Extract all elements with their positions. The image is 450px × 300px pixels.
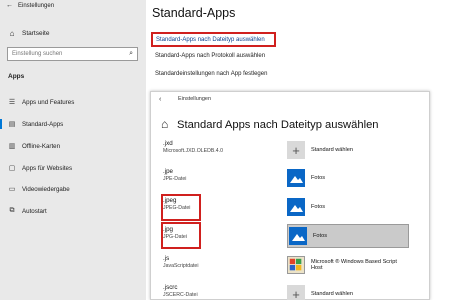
default-app-button[interactable]: Microsoft ® Windows Based Script Host <box>287 253 409 277</box>
sidebar-item-label: Autostart <box>22 207 47 215</box>
filetype-description: Microsoft.JXD.OLEDB.4.0 <box>163 148 223 154</box>
filetype-row: .jxd Microsoft.JXD.OLEDB.4.0 + Standard … <box>151 136 431 164</box>
sidebar-item-label: Apps und Features <box>22 98 75 106</box>
home-icon: ⌂ <box>161 117 169 131</box>
map-icon: ▥ <box>8 143 16 150</box>
page-title: Standard-Apps <box>152 6 236 20</box>
filetype-extension: .jpe <box>163 168 173 175</box>
sidebar-item-label: Apps für Websites <box>22 164 73 172</box>
filetype-heading: Standard Apps nach Dateityp auswählen <box>177 119 379 131</box>
choose-default-button[interactable]: + Standard wählen <box>287 282 409 300</box>
apps-list-icon: ☰ <box>8 99 16 106</box>
filetype-description: JavaScriptdatei <box>163 263 199 269</box>
app-label: Fotos <box>311 204 325 210</box>
sidebar-home-link[interactable]: ⌂ Startseite <box>8 28 50 38</box>
settings-sidebar: ← Einstellungen ⌂ Startseite Einstellung… <box>0 0 146 300</box>
filetype-row: .js JavaScriptdatei Microsoft ® Windows … <box>151 251 431 279</box>
filetype-description: JSCERC-Datei <box>163 292 198 298</box>
app-label: Standard wählen <box>311 291 353 297</box>
settings-search-input[interactable]: Einstellung suchen ⌕ <box>7 47 138 61</box>
window-title: Einstellungen <box>18 3 55 9</box>
filetype-extension: .jscrc <box>163 284 178 291</box>
photos-app-icon <box>287 198 305 216</box>
app-label: Fotos <box>313 233 327 239</box>
sidebar-item-label: Offline-Karten <box>22 142 61 150</box>
home-label: Startseite <box>22 29 50 37</box>
choose-default-button[interactable]: + Standard wählen <box>287 138 409 162</box>
photos-app-icon <box>287 169 305 187</box>
photos-app-icon <box>289 227 307 245</box>
default-app-button[interactable]: Fotos <box>287 224 409 248</box>
filetype-description: JPE-Datei <box>163 176 187 182</box>
plus-icon: + <box>287 285 305 300</box>
sidebar-section-apps: Apps <box>8 73 25 80</box>
highlight-jpg <box>161 222 201 249</box>
sidebar-item-label: Standard-Apps <box>22 120 64 128</box>
sidebar-item-startup[interactable]: ⧉ Autostart <box>0 204 146 218</box>
sidebar-item-label: Videowiedergabe <box>22 185 70 193</box>
back-arrow-icon[interactable]: ‹ <box>159 96 161 103</box>
sidebar-item-apps-features[interactable]: ☰ Apps und Features <box>0 95 146 109</box>
search-placeholder: Einstellung suchen <box>12 51 63 57</box>
default-app-button[interactable]: Fotos <box>287 195 409 219</box>
back-arrow-icon[interactable]: ← <box>6 2 13 9</box>
filetype-row: .jpe JPE-Datei Fotos <box>151 164 431 192</box>
sidebar-item-offline-maps[interactable]: ▥ Offline-Karten <box>0 139 146 153</box>
inner-window-title: Einstellungen <box>178 96 212 102</box>
filetype-row: .jscrc JSCERC-Datei + Standard wählen <box>151 280 431 300</box>
home-icon: ⌂ <box>9 28 15 38</box>
web-app-icon: ▢ <box>8 165 16 172</box>
link-set-defaults-by-app[interactable]: Standardeinstellungen nach App festlegen <box>155 71 267 77</box>
filetype-extension: .jxd <box>163 140 173 147</box>
app-label: Microsoft ® Windows Based Script Host <box>311 259 397 271</box>
app-label: Fotos <box>311 175 325 181</box>
sidebar-item-default-apps[interactable]: ▤ Standard-Apps <box>0 117 146 131</box>
plus-icon: + <box>287 141 305 159</box>
filetype-defaults-window: ‹ Einstellungen ⌂ Standard Apps nach Dat… <box>150 91 430 300</box>
default-apps-icon: ▤ <box>8 121 16 128</box>
highlight-jpeg <box>161 194 201 221</box>
app-label: Standard wählen <box>311 147 353 153</box>
startup-icon: ⧉ <box>9 207 15 214</box>
search-icon[interactable]: ⌕ <box>129 50 133 58</box>
filetype-extension: .js <box>163 255 170 262</box>
video-icon: ▭ <box>8 186 16 193</box>
script-host-icon <box>287 256 305 274</box>
default-app-button[interactable]: Fotos <box>287 166 409 190</box>
link-choose-by-protocol[interactable]: Standard-Apps nach Protokoll auswählen <box>155 53 265 59</box>
sidebar-item-apps-websites[interactable]: ▢ Apps für Websites <box>0 161 146 175</box>
link-choose-by-filetype[interactable]: Standard-Apps nach Dateityp auswählen <box>151 32 276 47</box>
sidebar-item-video-playback[interactable]: ▭ Videowiedergabe <box>0 182 146 196</box>
